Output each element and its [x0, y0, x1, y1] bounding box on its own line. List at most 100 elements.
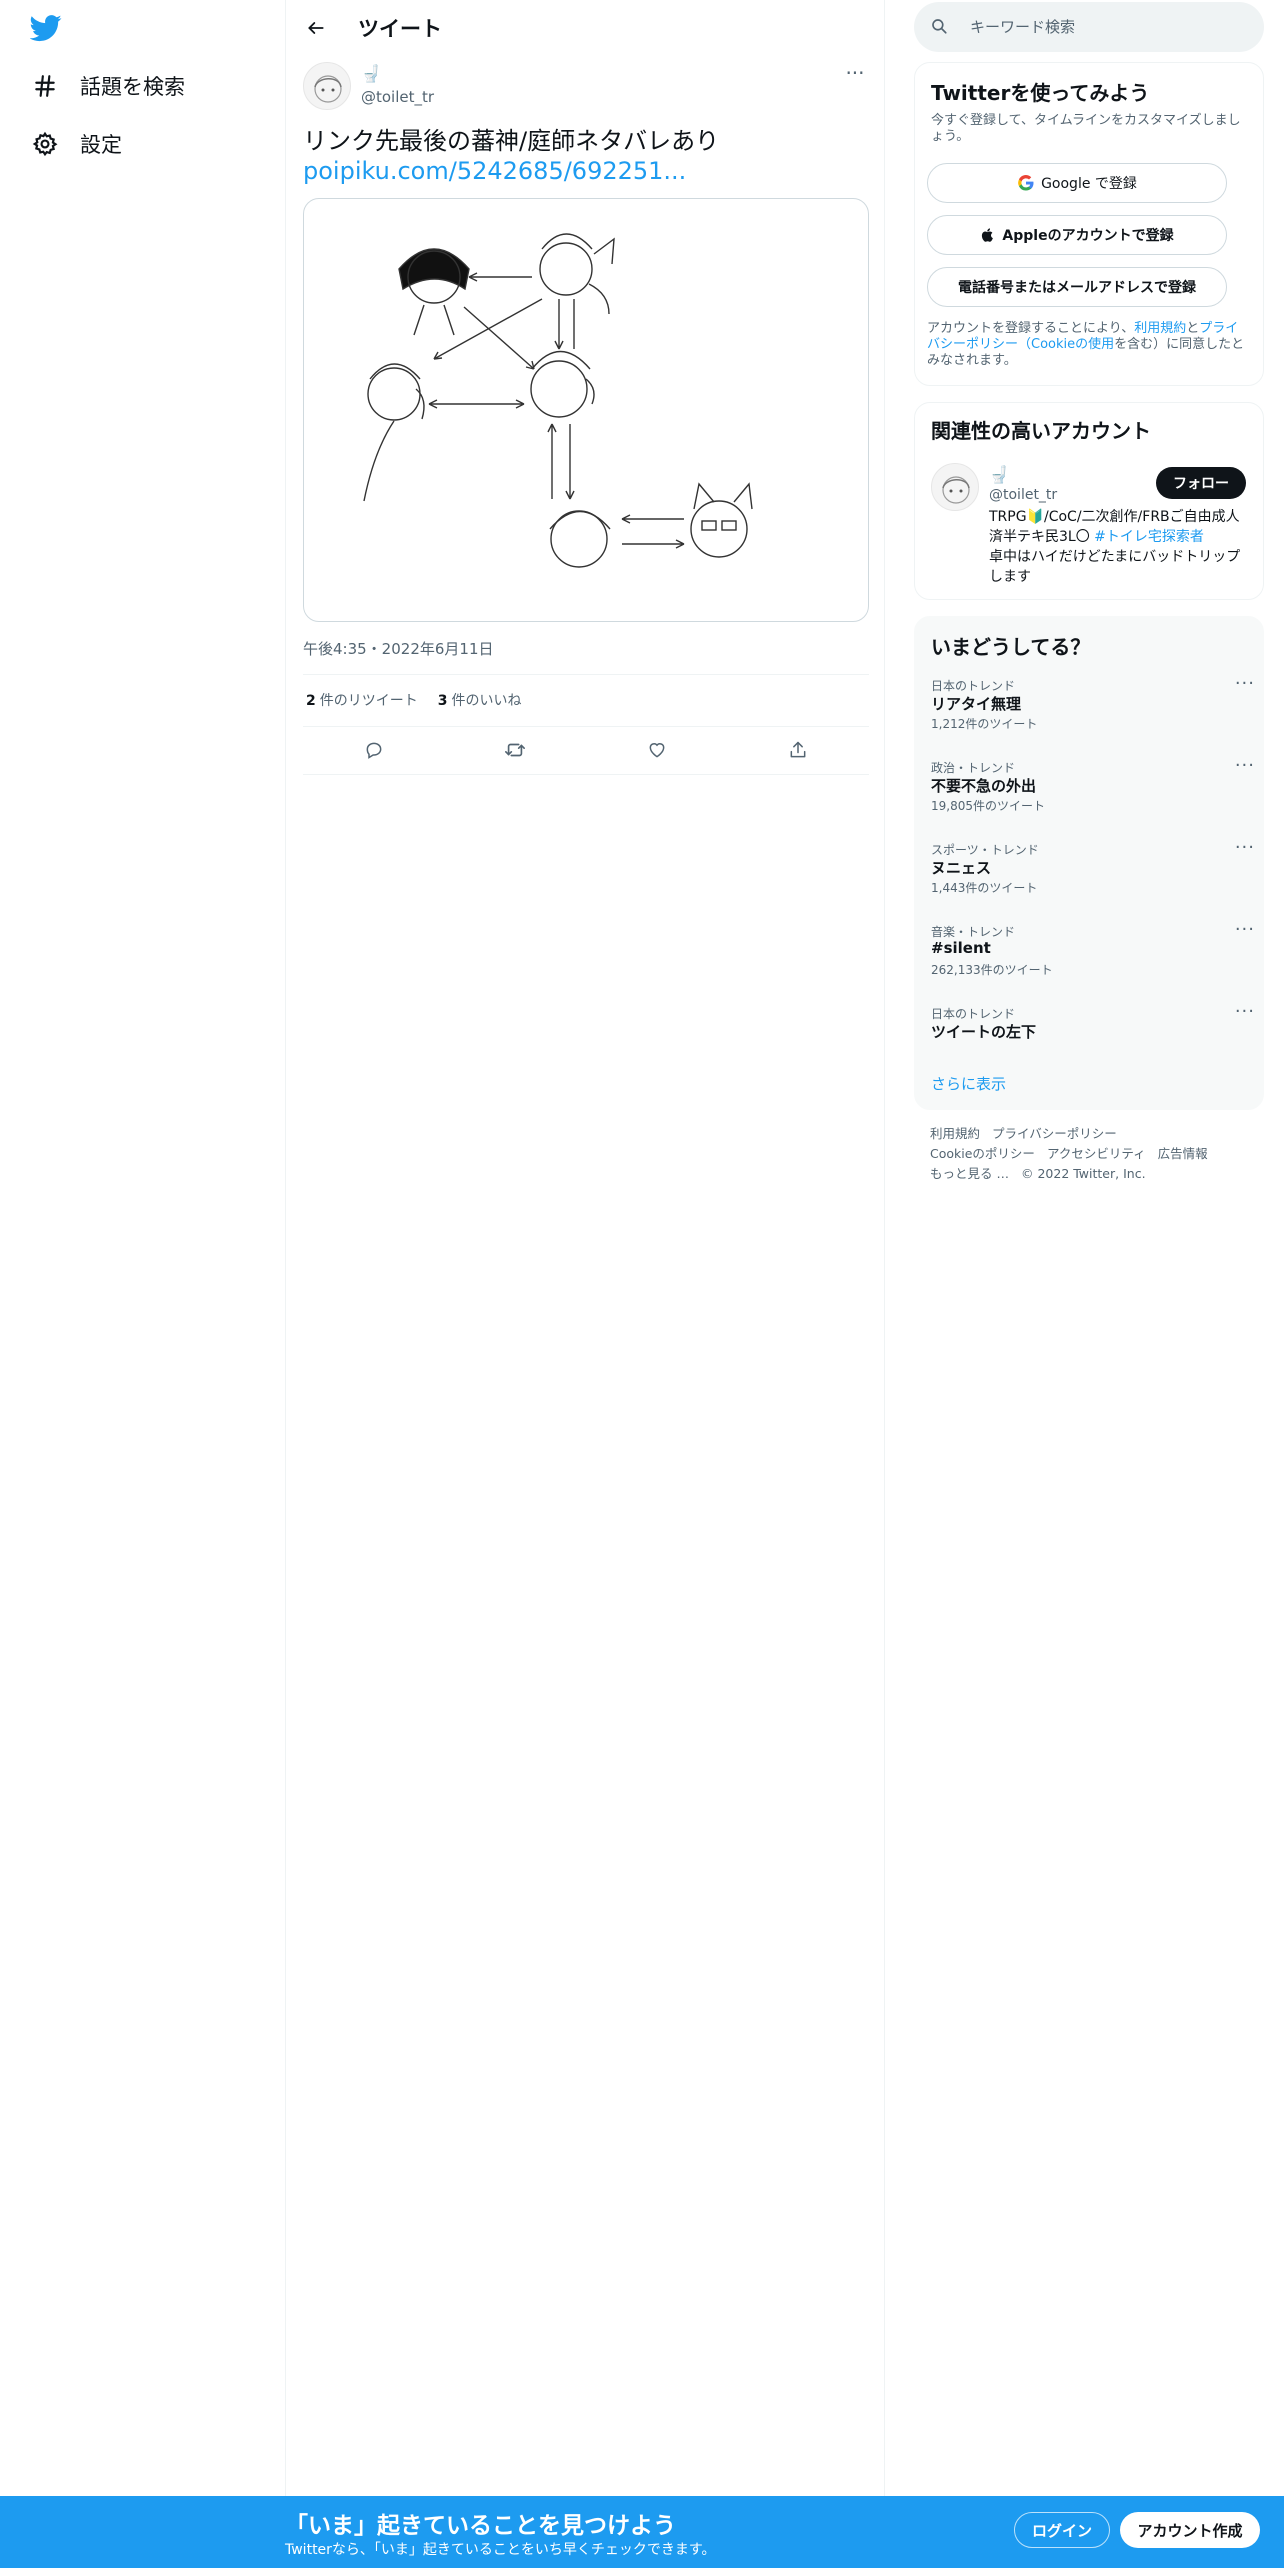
trend-name: #silent: [931, 939, 991, 957]
related-handle[interactable]: @toilet_tr: [989, 487, 1057, 503]
more-options-icon[interactable]: ···: [1235, 755, 1255, 776]
reply-icon[interactable]: [356, 732, 392, 768]
trend-context: 音楽・トレンド: [931, 925, 1016, 939]
phone-email-signup-label: 電話番号またはメールアドレスで登録: [958, 280, 1196, 296]
footer-links: 利用規約 プライバシーポリシー Cookieのポリシー アクセシビリティ 広告情報 も…: [930, 1124, 1260, 1184]
avatar[interactable]: [303, 62, 351, 110]
like-stat[interactable]: 3 件のいいね: [438, 690, 522, 710]
hashtag-icon: [30, 71, 60, 101]
sketch-illustration: [363, 233, 753, 568]
footer-accessibility-link[interactable]: アクセシビリティ: [1047, 1146, 1146, 1161]
follow-button[interactable]: フォロー: [1156, 467, 1246, 499]
terms-link[interactable]: 利用規約: [1134, 321, 1186, 336]
like-icon[interactable]: [639, 732, 675, 768]
like-count: 3: [437, 693, 448, 709]
nav-explore-label: 話題を検索: [80, 75, 185, 99]
trends-title: いまどうしてる？: [931, 635, 1091, 659]
tweet-link[interactable]: poipiku.com/5242685/692251...: [303, 156, 686, 186]
bio-tail: 卓中はハイだけどたまにバッドトリップします: [989, 549, 1241, 585]
author-handle[interactable]: @toilet_tr: [361, 88, 434, 106]
tweet-author: 🚽 @toilet_tr ···: [303, 62, 869, 112]
trend-item[interactable]: スポーツ・トレンド ヌニェス 1,443件のツイート ···: [931, 837, 1254, 911]
signup-subtitle: 今すぐ登録して、タイムラインをカスタマイズしましょう。: [931, 113, 1241, 144]
search-icon: [930, 17, 948, 39]
apple-signup-button[interactable]: Appleのアカウントで登録: [927, 215, 1227, 255]
divider: [303, 674, 869, 675]
copyright: © 2022 Twitter, Inc.: [1020, 1166, 1146, 1181]
trend-name: ヌニェス: [931, 859, 992, 877]
author-name[interactable]: 🚽: [361, 64, 381, 83]
trend-name: ツイートの左下: [931, 1023, 1037, 1041]
signup-legal-text: アカウントを登録することにより、利用規約とプライバシーポリシー（Cookieの使…: [927, 321, 1249, 369]
related-name[interactable]: 🚽: [989, 465, 1009, 484]
signup-title: Twitterを使ってみよう: [931, 81, 1150, 105]
phone-email-signup-button[interactable]: 電話番号またはメールアドレスで登録: [927, 267, 1227, 307]
trend-name: リアタイ無理: [931, 695, 1022, 713]
nav-settings[interactable]: 設定: [30, 122, 122, 166]
signup-button[interactable]: アカウント作成: [1120, 2512, 1260, 2548]
cookie-link[interactable]: （Cookieの使用: [1018, 337, 1114, 352]
legal-and: と: [1186, 321, 1200, 336]
footer-terms-link[interactable]: 利用規約: [930, 1126, 980, 1141]
more-options-icon[interactable]: ···: [1235, 919, 1255, 940]
more-options-icon[interactable]: ···: [841, 63, 869, 86]
google-signup-button[interactable]: Google で登録: [927, 163, 1227, 203]
retweet-stat[interactable]: 2 件のリツイート: [306, 690, 418, 710]
legal-prefix: アカウントを登録することにより、: [927, 321, 1135, 336]
divider: [303, 774, 869, 775]
search-input[interactable]: [970, 2, 1240, 52]
more-options-icon[interactable]: ···: [1235, 1001, 1255, 1022]
trends-card: いまどうしてる？ 日本のトレンド リアタイ無理 1,212件のツイート ··· …: [914, 616, 1264, 1110]
bottom-signup-bar: 「いま」起きていることを見つけよう Twitterなら、「いま」起きていることを…: [0, 2496, 1284, 2568]
tweet-text: リンク先最後の蕃神/庭師ネタバレあり: [303, 127, 720, 155]
nav-settings-label: 設定: [80, 133, 122, 157]
trend-name: 不要不急の外出: [931, 777, 1037, 795]
tweet-image[interactable]: [303, 198, 869, 622]
back-button[interactable]: [298, 10, 334, 46]
tweet-stats: 2 件のリツイート 3 件のいいね: [306, 690, 522, 710]
trend-item[interactable]: 日本のトレンド ツイートの左下 ···: [931, 1001, 1254, 1075]
main-header: ツイート: [286, 0, 884, 54]
apple-icon: [980, 226, 996, 244]
tweet-timestamp[interactable]: 午後4:35・2022年6月11日: [303, 638, 494, 659]
trend-item[interactable]: 日本のトレンド リアタイ無理 1,212件のツイート ···: [931, 673, 1254, 747]
arrow-left-icon: [308, 22, 324, 34]
footer-cookie-link[interactable]: Cookieのポリシー: [930, 1146, 1035, 1161]
share-icon[interactable]: [780, 732, 816, 768]
retweet-icon[interactable]: [497, 732, 533, 768]
nav-explore[interactable]: 話題を検索: [30, 64, 185, 108]
trend-item[interactable]: 音楽・トレンド #silent 262,133件のツイート ···: [931, 919, 1254, 993]
related-bio: TRPG🔰/CoC/二次創作/FRBご自由成人済半テキ民3L〇 #トイレ宅探索者…: [989, 507, 1253, 587]
trend-count: 1,443件のツイート: [931, 881, 1038, 895]
trend-count: 1,212件のツイート: [931, 717, 1038, 731]
footer-more-link[interactable]: もっと見る …: [930, 1166, 1009, 1181]
trend-count: 19,805件のツイート: [931, 799, 1045, 813]
trend-count: 262,133件のツイート: [931, 963, 1053, 977]
main-column: ツイート 🚽 @toilet_tr ··· リンク先最後の蕃神/庭師ネタバレあり…: [285, 0, 885, 2496]
gear-icon: [30, 129, 60, 159]
related-title: 関連性の高いアカウント: [931, 419, 1151, 443]
trend-context: スポーツ・トレンド: [931, 843, 1039, 857]
show-more-link[interactable]: さらに表示: [931, 1073, 1006, 1094]
trend-context: 日本のトレンド: [931, 1007, 1016, 1021]
footer-ads-link[interactable]: 広告情報: [1158, 1146, 1208, 1161]
trend-context: 政治・トレンド: [931, 761, 1016, 775]
footer-privacy-link[interactable]: プライバシーポリシー: [992, 1126, 1117, 1141]
more-options-icon[interactable]: ···: [1235, 673, 1255, 694]
twitter-bird-icon[interactable]: [29, 12, 66, 48]
tweet-actions: [303, 732, 869, 768]
bio-hashtag[interactable]: #トイレ宅探索者: [1094, 529, 1204, 545]
search-box[interactable]: [914, 2, 1264, 52]
trend-item[interactable]: 政治・トレンド 不要不急の外出 19,805件のツイート ···: [931, 755, 1254, 829]
login-button[interactable]: ログイン: [1014, 2512, 1110, 2548]
like-label: 件のいいね: [451, 693, 522, 709]
google-icon: [1017, 174, 1035, 192]
google-signup-label: Google で登録: [1041, 176, 1137, 192]
apple-signup-label: Appleのアカウントで登録: [1002, 228, 1174, 244]
bottom-bar-subtitle: Twitterなら、「いま」起きていることをいち早くチェックできます。: [285, 2542, 716, 2558]
signup-card: Twitterを使ってみよう 今すぐ登録して、タイムラインをカスタマイズしましょ…: [914, 62, 1264, 386]
trend-context: 日本のトレンド: [931, 679, 1016, 693]
avatar[interactable]: [931, 463, 979, 511]
bottom-bar-title: 「いま」起きていることを見つけよう: [285, 2513, 676, 2539]
more-options-icon[interactable]: ···: [1235, 837, 1255, 858]
